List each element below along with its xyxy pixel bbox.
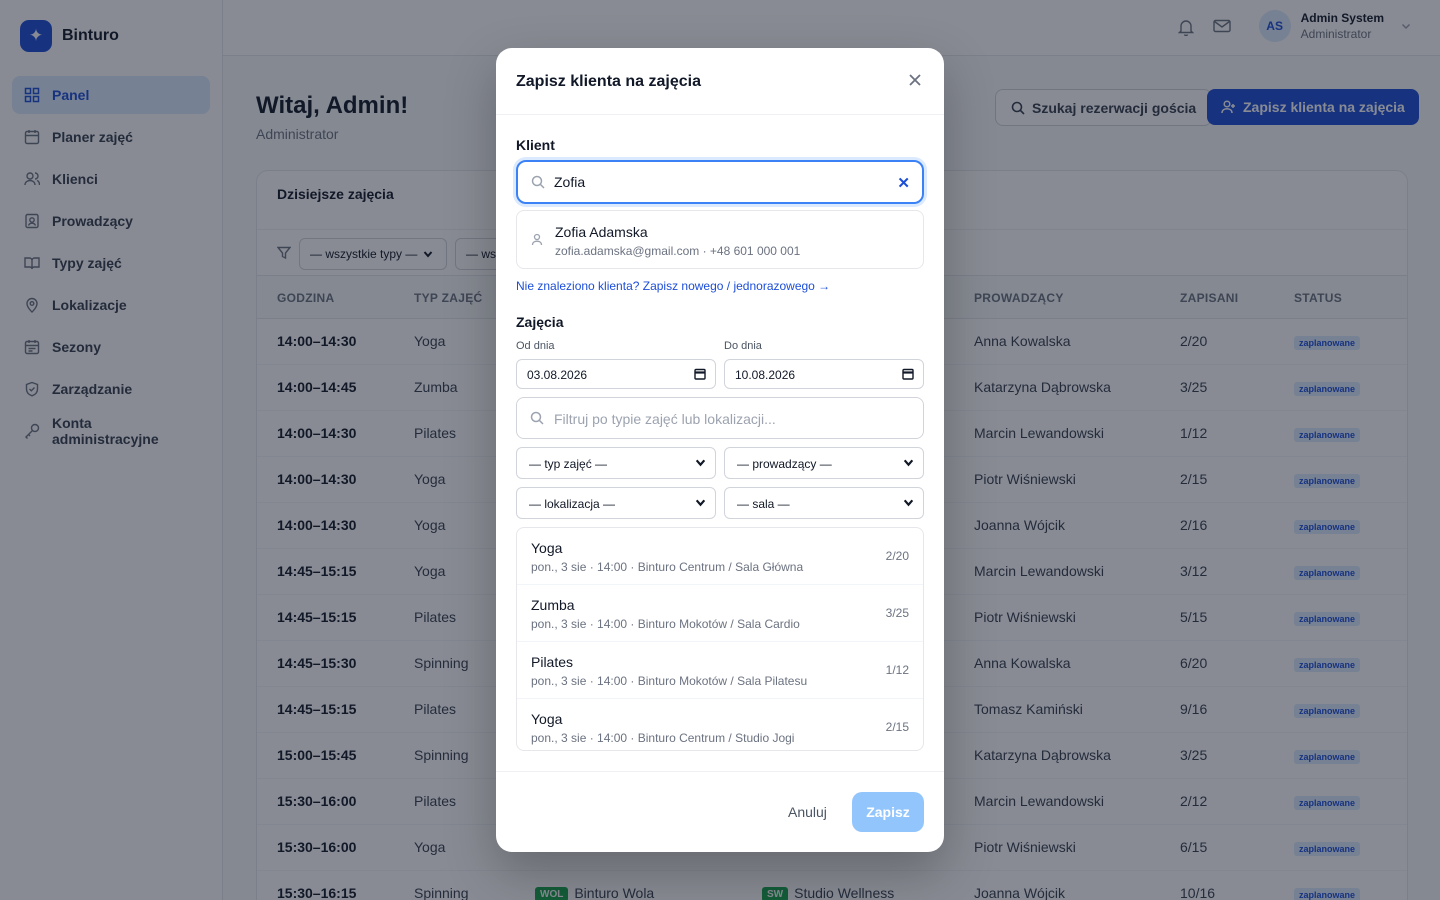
search-icon bbox=[531, 175, 545, 189]
to-date-value: 10.08.2026 bbox=[735, 368, 796, 382]
class-details: pon., 3 sie · 14:00 · Binturo Centrum / … bbox=[531, 560, 804, 574]
class-list: Yoga pon., 3 sie · 14:00 · Binturo Centru… bbox=[516, 527, 924, 751]
clear-icon[interactable]: ✕ bbox=[897, 174, 910, 192]
class-name: Yoga bbox=[531, 540, 563, 556]
classes-label: Zajęcia bbox=[516, 314, 564, 330]
client-search-input[interactable]: Zofia ✕ bbox=[516, 160, 924, 204]
client-label: Klient bbox=[516, 137, 555, 153]
location-select[interactable]: — lokalizacja — bbox=[516, 487, 716, 519]
room-value: — sala — bbox=[737, 497, 790, 511]
calendar-icon[interactable] bbox=[902, 368, 914, 380]
to-date-input[interactable]: 10.08.2026 bbox=[724, 359, 924, 389]
enroll-client-modal: Zapisz klienta na zajęcia Klient Zofia ✕… bbox=[496, 48, 944, 852]
room-select[interactable]: — sala — bbox=[724, 487, 924, 519]
from-date-label: Od dnia bbox=[516, 340, 555, 352]
class-count: 1/12 bbox=[885, 663, 909, 677]
suggestion-meta: zofia.adamska@gmail.com · +48 601 000 00… bbox=[555, 244, 801, 258]
close-icon[interactable] bbox=[908, 73, 922, 87]
save-button[interactable]: Zapisz bbox=[852, 792, 924, 832]
modal-footer: Anuluj Zapisz bbox=[496, 771, 944, 852]
list-item[interactable]: Yoga pon., 3 sie · 14:00 · Binturo Centru… bbox=[517, 528, 923, 585]
class-details: pon., 3 sie · 14:00 · Binturo Mokotów / … bbox=[531, 674, 808, 688]
class-filter-placeholder: Filtruj po typie zajęć lub lokalizacji..… bbox=[554, 411, 776, 427]
class-name: Pilates bbox=[531, 654, 574, 670]
chevron-down-icon bbox=[695, 499, 706, 507]
client-suggestion[interactable]: Zofia Adamska zofia.adamska@gmail.com · … bbox=[516, 210, 924, 269]
list-item[interactable]: Pilates pon., 3 sie · 14:00 · Binturo Mok… bbox=[517, 642, 923, 699]
from-date-value: 03.08.2026 bbox=[527, 368, 588, 382]
suggestion-name: Zofia Adamska bbox=[555, 224, 648, 240]
list-item[interactable]: Yoga pon., 3 sie · 14:00 · Binturo Centru… bbox=[517, 699, 923, 750]
new-client-link[interactable]: Nie znaleziono klienta? Zapisz nowego / … bbox=[516, 279, 830, 293]
client-search-value: Zofia bbox=[554, 174, 586, 190]
class-details: pon., 3 sie · 14:00 · Binturo Mokotów / … bbox=[531, 617, 800, 631]
instructor-value: — prowadzący — bbox=[737, 457, 832, 471]
chevron-down-icon bbox=[903, 459, 914, 467]
class-type-value: — typ zajęć — bbox=[529, 457, 608, 471]
class-filter-input[interactable]: Filtruj po typie zajęć lub lokalizacji..… bbox=[516, 397, 924, 439]
user-icon bbox=[531, 233, 543, 246]
class-type-select[interactable]: — typ zajęć — bbox=[516, 447, 716, 479]
calendar-icon[interactable] bbox=[694, 368, 706, 380]
class-details: pon., 3 sie · 14:00 · Binturo Centrum / … bbox=[531, 731, 795, 745]
class-count: 3/25 bbox=[885, 606, 909, 620]
search-icon bbox=[530, 411, 544, 425]
instructor-select[interactable]: — prowadzący — bbox=[724, 447, 924, 479]
class-name: Zumba bbox=[531, 597, 575, 613]
modal-title: Zapisz klienta na zajęcia bbox=[516, 73, 701, 90]
class-count: 2/20 bbox=[885, 549, 909, 563]
location-value: — lokalizacja — bbox=[529, 497, 616, 511]
chevron-down-icon bbox=[903, 499, 914, 507]
modal-header: Zapisz klienta na zajęcia bbox=[496, 48, 944, 115]
class-name: Yoga bbox=[531, 711, 563, 727]
chevron-down-icon bbox=[695, 459, 706, 467]
to-date-label: Do dnia bbox=[724, 340, 762, 352]
cancel-button[interactable]: Anuluj bbox=[788, 804, 827, 820]
class-count: 2/15 bbox=[885, 720, 909, 734]
list-item[interactable]: Zumba pon., 3 sie · 14:00 · Binturo Mokot… bbox=[517, 585, 923, 642]
from-date-input[interactable]: 03.08.2026 bbox=[516, 359, 716, 389]
